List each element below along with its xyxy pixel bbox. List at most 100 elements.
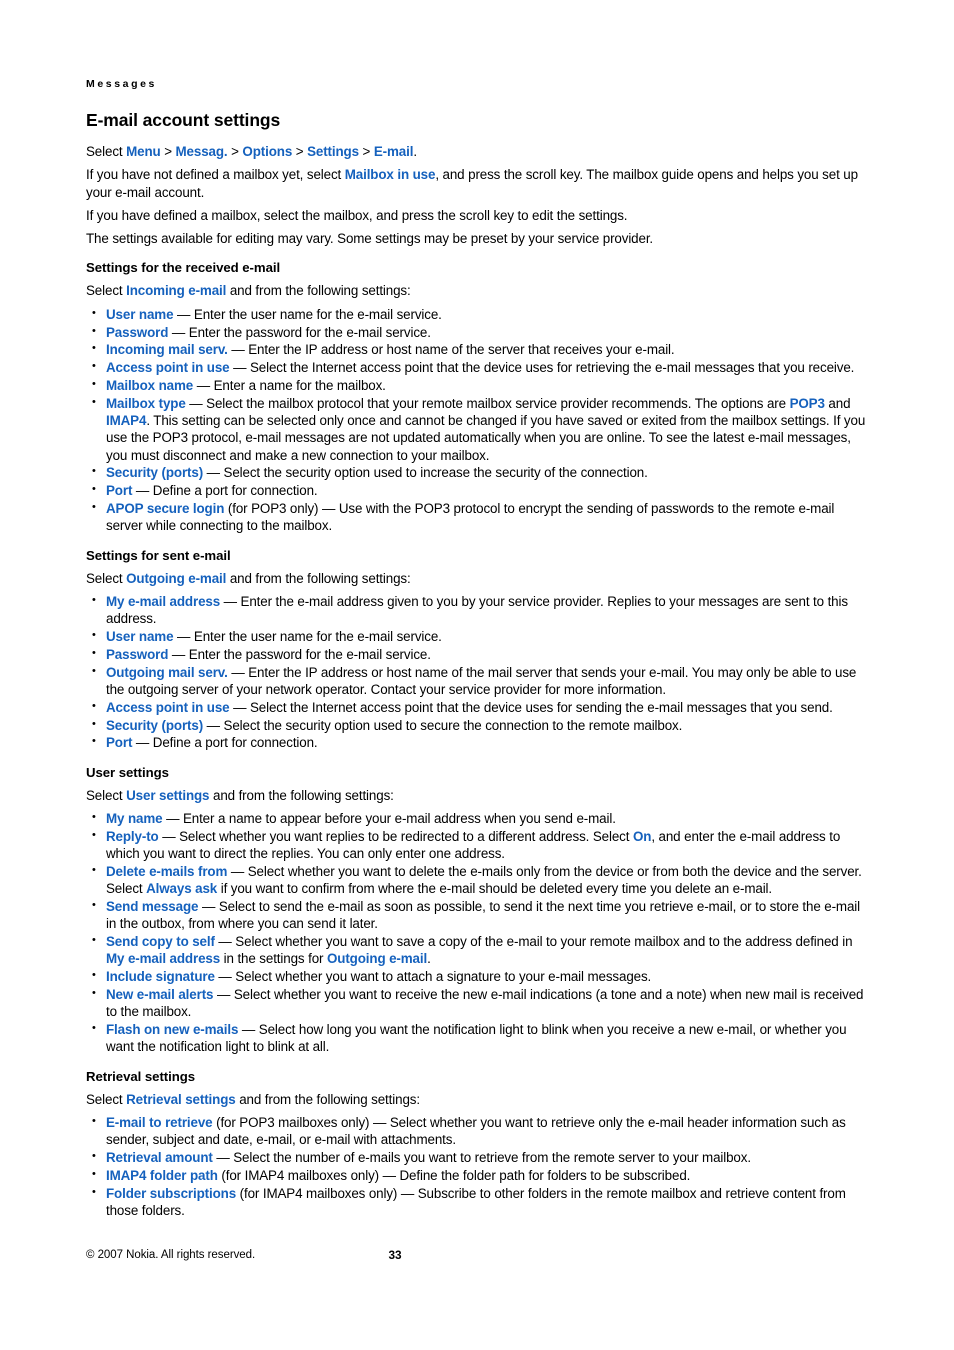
setting-term[interactable]: Port — [106, 483, 132, 498]
setting-term[interactable]: Delete e-mails from — [106, 864, 227, 879]
setting-description-3: . This setting can be selected only once… — [106, 413, 866, 463]
document-page: Messages E-mail account settings Select … — [0, 0, 954, 1350]
page-number: 33 — [388, 1248, 402, 1262]
breadcrumb-separator: > — [160, 144, 176, 159]
list-item: User name — Enter the user name for the … — [86, 305, 868, 323]
select-label: Select — [86, 1091, 127, 1107]
setting-description: — Select whether you want to save a copy… — [214, 933, 853, 949]
paragraph-defined-mailbox: If you have defined a mailbox, select th… — [86, 207, 628, 223]
list-item: Include signature — Select whether you w… — [86, 967, 868, 985]
link-pop3[interactable]: POP3 — [790, 396, 825, 411]
settings-list-sent-email: My e-mail address — Enter the e-mail add… — [86, 592, 868, 752]
setting-description: — Enter a name to appear before your e-m… — [162, 810, 616, 826]
breadcrumb-item-menu[interactable]: Menu — [126, 144, 161, 159]
list-item: Delete e-mails from — Select whether you… — [86, 862, 868, 898]
list-item: Reply-to — Select whether you want repli… — [86, 827, 868, 863]
select-label: Select — [86, 570, 127, 586]
setting-term[interactable]: Security (ports) — [106, 718, 203, 733]
link-on[interactable]: On — [633, 829, 651, 844]
select-suffix: and from the following settings: — [226, 570, 411, 586]
select-label: Select — [86, 283, 127, 299]
setting-term[interactable]: Access point in use — [106, 360, 230, 375]
setting-term[interactable]: APOP secure login — [106, 501, 224, 516]
select-suffix: and from the following settings: — [209, 787, 394, 803]
setting-term[interactable]: Folder subscriptions — [106, 1186, 236, 1201]
setting-term[interactable]: My name — [106, 811, 163, 826]
list-item: Access point in use — Select the Interne… — [86, 698, 868, 716]
breadcrumb-separator: > — [358, 144, 374, 159]
setting-description-2: in the settings for — [220, 951, 327, 967]
setting-term[interactable]: IMAP4 folder path — [106, 1168, 218, 1183]
section-select-line-user: Select User settings and from the follow… — [86, 787, 868, 804]
setting-term[interactable]: Outgoing mail serv. — [106, 665, 228, 680]
setting-term[interactable]: My e-mail address — [106, 594, 220, 609]
breadcrumb-item-email[interactable]: E-mail — [374, 144, 414, 159]
list-item: Mailbox name — Enter a name for the mail… — [86, 376, 868, 394]
breadcrumb-item-settings[interactable]: Settings — [307, 144, 359, 159]
setting-term[interactable]: E-mail to retrieve — [106, 1115, 213, 1130]
running-head: Messages — [86, 78, 157, 90]
setting-term[interactable]: Mailbox type — [106, 396, 186, 411]
breadcrumb-item-options[interactable]: Options — [242, 144, 292, 159]
section-select-line-received: Select Incoming e-mail and from the foll… — [86, 282, 868, 299]
setting-term[interactable]: New e-mail alerts — [106, 987, 213, 1002]
list-item: Security (ports) — Select the security o… — [86, 715, 868, 734]
link-incoming-email[interactable]: Incoming e-mail — [126, 283, 226, 298]
list-item: E-mail to retrieve (for POP3 mailboxes o… — [86, 1113, 868, 1149]
setting-description-2: if you want to confirm from where the e-… — [217, 881, 773, 897]
setting-description: — Enter the IP address or host name of t… — [227, 342, 675, 358]
page-title: E-mail account settings — [86, 110, 281, 130]
list-item: APOP secure login (for POP3 only) — Use … — [86, 499, 868, 535]
setting-term[interactable]: Password — [106, 325, 168, 340]
link-always-ask[interactable]: Always ask — [146, 881, 217, 896]
list-item: IMAP4 folder path (for IMAP4 mailboxes o… — [86, 1166, 868, 1184]
link-user-settings[interactable]: User settings — [126, 788, 209, 803]
setting-term[interactable]: Port — [106, 735, 132, 750]
link-outgoing-email[interactable]: Outgoing e-mail — [327, 951, 427, 966]
setting-description: — Select whether you want replies to be … — [158, 828, 633, 844]
link-retrieval-settings[interactable]: Retrieval settings — [126, 1092, 236, 1107]
list-item: Password — Enter the password for the e-… — [86, 645, 868, 663]
setting-term[interactable]: Send message — [106, 899, 198, 914]
setting-description: — Enter the user name for the e-mail ser… — [173, 306, 442, 322]
setting-term[interactable]: Flash on new e-mails — [106, 1022, 238, 1037]
list-item: Retrieval amount — Select the number of … — [86, 1148, 868, 1166]
setting-term[interactable]: Retrieval amount — [106, 1150, 213, 1165]
link-my-email-address[interactable]: My e-mail address — [106, 951, 220, 966]
list-item: Password — Enter the password for the e-… — [86, 323, 868, 341]
setting-term[interactable]: Include signature — [106, 969, 215, 984]
section-heading-user-settings: User settings — [86, 764, 169, 780]
list-item: Port — Define a port for connection. — [86, 481, 868, 499]
settings-list-user-settings: My name — Enter a name to appear before … — [86, 809, 868, 1056]
link-mailbox-in-use[interactable]: Mailbox in use — [345, 167, 436, 182]
paragraph-mailbox-in-use: If you have not defined a mailbox yet, s… — [86, 166, 868, 201]
list-item: My name — Enter a name to appear before … — [86, 809, 868, 827]
select-suffix: and from the following settings: — [226, 283, 411, 299]
setting-term[interactable]: Access point in use — [106, 700, 230, 715]
breadcrumb-separator: > — [292, 144, 308, 159]
setting-term[interactable]: Reply-to — [106, 829, 159, 844]
setting-description-3: . — [427, 951, 431, 967]
setting-description: — Select whether you want to attach a si… — [214, 969, 652, 985]
setting-term[interactable]: Password — [106, 647, 168, 662]
breadcrumb-item-messag[interactable]: Messag. — [176, 144, 228, 159]
list-item: User name — Enter the user name for the … — [86, 627, 868, 645]
setting-term[interactable]: Security (ports) — [106, 465, 203, 480]
list-item: Outgoing mail serv. — Enter the IP addre… — [86, 663, 868, 699]
paragraph-settings-vary: The settings available for editing may v… — [86, 231, 654, 247]
setting-description: — Select the security option used to inc… — [203, 465, 648, 481]
setting-description: — Select to send the e-mail as soon as p… — [106, 898, 860, 932]
setting-description: — Select the Internet access point that … — [229, 699, 833, 715]
setting-term[interactable]: Send copy to self — [106, 934, 215, 949]
setting-term[interactable]: Incoming mail serv. — [106, 342, 228, 357]
setting-term[interactable]: User name — [106, 629, 174, 644]
settings-list-received-email: User name — Enter the user name for the … — [86, 305, 868, 535]
link-imap4[interactable]: IMAP4 — [106, 413, 146, 428]
setting-description: — Select the number of e-mails you want … — [212, 1149, 751, 1165]
setting-description: — Define a port for connection. — [132, 735, 318, 751]
setting-description: — Enter a name for the mailbox. — [193, 377, 386, 393]
link-outgoing-email[interactable]: Outgoing e-mail — [126, 571, 226, 586]
list-item: Send message — Select to send the e-mail… — [86, 897, 868, 933]
setting-term[interactable]: User name — [106, 307, 174, 322]
setting-term[interactable]: Mailbox name — [106, 378, 193, 393]
